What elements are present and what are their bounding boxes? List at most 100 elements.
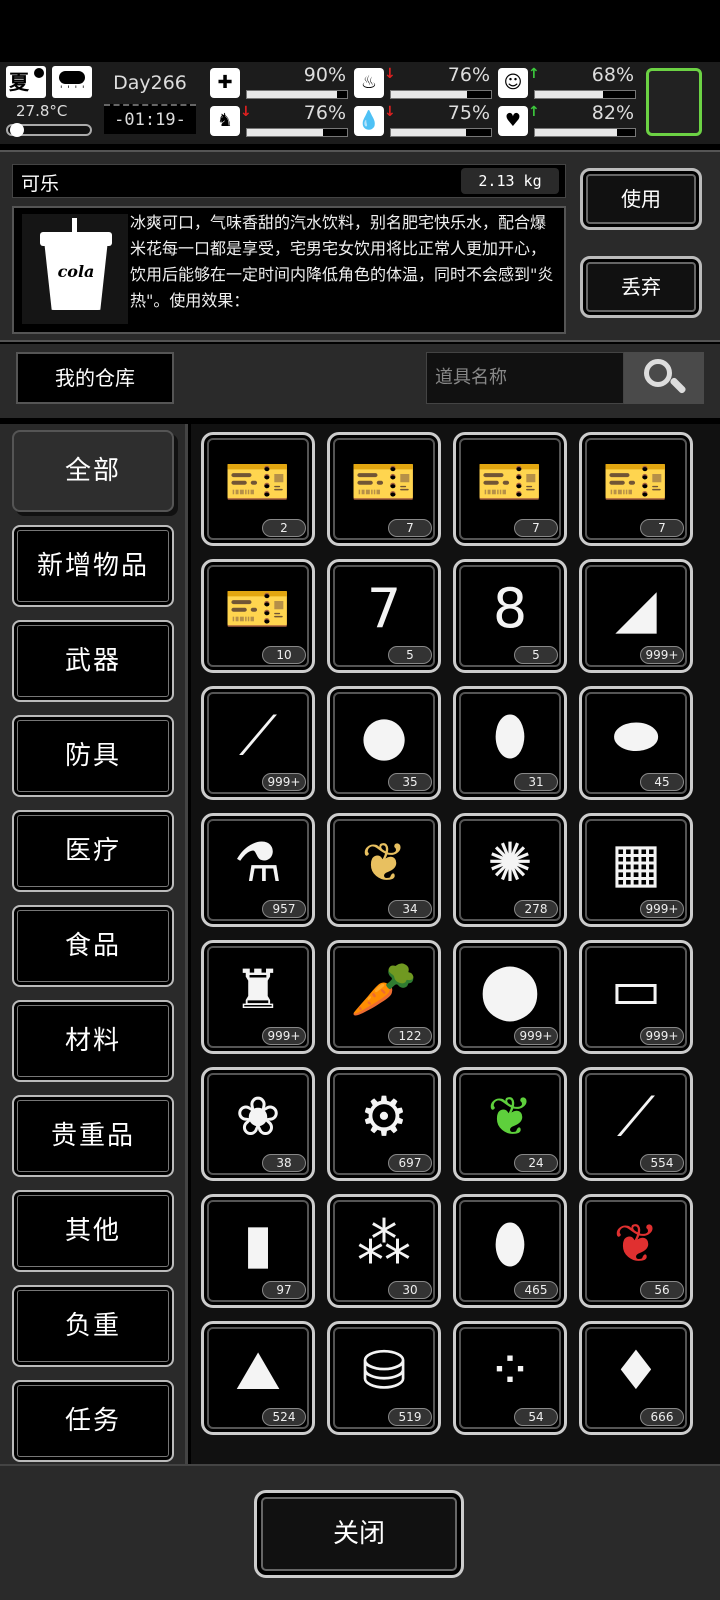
item-detail-panel: 可乐 2.13 kg cola 冰爽可口，气味香甜的汽水饮料，别名肥宅快乐水，配… xyxy=(0,150,720,342)
stomach-icon: ♨ xyxy=(354,68,384,98)
bullets-icon: ⬮ xyxy=(493,1212,527,1275)
stat-stamina: ♞ ↓ 76% xyxy=(210,102,350,140)
inventory-slot[interactable]: ⬬ 45 xyxy=(579,686,693,800)
category-sidebar[interactable]: 全部新增物品武器防具医疗食品材料贵重品其他负重任务 xyxy=(0,424,188,1464)
inventory-slot[interactable]: 🎫 7 xyxy=(453,432,567,546)
chicken-icon: ● xyxy=(360,704,408,767)
game-clock: -01:19- xyxy=(104,104,196,134)
seeds-icon: ❀ xyxy=(235,1085,281,1148)
item-count-badge: 45 xyxy=(640,773,684,791)
item-count-badge: 666 xyxy=(640,1408,684,1426)
discard-button[interactable]: 丢弃 xyxy=(580,256,702,318)
inventory-slot[interactable]: ❦ 56 xyxy=(579,1194,693,1308)
item-count-badge: 10 xyxy=(262,646,306,664)
gears-icon: ⚙ xyxy=(359,1085,409,1148)
item-count-badge: 278 xyxy=(514,900,558,918)
equipped-item-slot[interactable] xyxy=(646,68,702,136)
inventory-slot[interactable]: ❀ 38 xyxy=(201,1067,315,1181)
temperature-readout: 27.8°C xyxy=(16,102,68,120)
inventory-slot[interactable]: 🎫 7 xyxy=(327,432,441,546)
season-label: 夏 xyxy=(9,70,29,94)
item-count-badge: 999+ xyxy=(262,1027,306,1045)
level-7-card-icon: 7 xyxy=(366,577,402,640)
inventory-slot[interactable]: ❦ 24 xyxy=(453,1067,567,1181)
batteries-icon: ▮ xyxy=(243,1212,273,1275)
item-count-badge: 7 xyxy=(388,519,432,537)
rice-icon: ⁂ xyxy=(357,1212,411,1275)
inventory-slot[interactable]: ⬮ 465 xyxy=(453,1194,567,1308)
inventory-slot[interactable]: ▦ 999+ xyxy=(579,813,693,927)
rain-cloud-icon: ' ' ' ' xyxy=(52,66,92,98)
season-badge: 夏 xyxy=(6,66,46,98)
footer-bar: 关闭 xyxy=(0,1464,720,1600)
category-tab[interactable]: 医疗 xyxy=(12,810,174,892)
search-button[interactable] xyxy=(624,352,704,404)
item-count-badge: 7 xyxy=(640,519,684,537)
inventory-slot[interactable]: ⚗ 957 xyxy=(201,813,315,927)
category-tab[interactable]: 防具 xyxy=(12,715,174,797)
item-count-badge: 5 xyxy=(514,646,558,664)
bricks-icon: ▦ xyxy=(610,831,662,894)
inventory-slot[interactable]: ◢ 999+ xyxy=(579,559,693,673)
warehouse-toolbar: 我的仓库 道具名称 xyxy=(0,344,720,418)
item-count-badge: 999+ xyxy=(640,646,684,664)
inventory-slot[interactable]: ⟋ 554 xyxy=(579,1067,693,1181)
item-count-badge: 31 xyxy=(514,773,558,791)
inventory-slot[interactable]: 🎫 2 xyxy=(201,432,315,546)
stat-value: 76% xyxy=(303,102,346,124)
inventory-slot[interactable]: 🥕 122 xyxy=(327,940,441,1054)
ticket-icon: 🎫 xyxy=(602,450,670,513)
red-leaves-icon: ❦ xyxy=(613,1212,659,1275)
category-tab[interactable]: 贵重品 xyxy=(12,1095,174,1177)
my-warehouse-button[interactable]: 我的仓库 xyxy=(16,352,174,404)
water-drop-icon: 💧 xyxy=(354,106,384,136)
inventory-slot[interactable]: ✺ 278 xyxy=(453,813,567,927)
inventory-slot[interactable]: ❦ 34 xyxy=(327,813,441,927)
category-tab[interactable]: 武器 xyxy=(12,620,174,702)
search-icon xyxy=(644,359,672,387)
use-button[interactable]: 使用 xyxy=(580,168,702,230)
almonds-icon: ⬮ xyxy=(493,704,527,767)
inventory-slot[interactable]: ⁘ 54 xyxy=(453,1321,567,1435)
category-tab[interactable]: 新增物品 xyxy=(12,525,174,607)
category-tab[interactable]: 任务 xyxy=(12,1380,174,1462)
inventory-slot[interactable]: 85 xyxy=(453,559,567,673)
item-count-badge: 999+ xyxy=(262,773,306,791)
item-search-input[interactable]: 道具名称 xyxy=(426,352,624,404)
cotton-icon: ✺ xyxy=(487,831,533,894)
inventory-slot[interactable]: ● 35 xyxy=(327,686,441,800)
inventory-slot[interactable]: ⛰ 524 xyxy=(201,1321,315,1435)
inventory-slot[interactable]: ⚙ 697 xyxy=(327,1067,441,1181)
inventory-slot[interactable]: ▮ 97 xyxy=(201,1194,315,1308)
item-count-badge: 54 xyxy=(514,1408,558,1426)
item-count-badge: 30 xyxy=(388,1281,432,1299)
sun-icon xyxy=(34,68,44,78)
inventory-slot[interactable]: ⬮ 31 xyxy=(453,686,567,800)
inventory-slot[interactable]: ♜ 999+ xyxy=(201,940,315,1054)
category-tab[interactable]: 食品 xyxy=(12,905,174,987)
inventory-slot[interactable]: ♦ 666 xyxy=(579,1321,693,1435)
inventory-grid[interactable]: 🎫 2 🎫 7 🎫 7 🎫 7 🎫 10 7 5 8 5 ◢ 999+ ⟋ 999+ ● 35 ⬮ 31 ⬬ 45 ⚗ 957 ❦ 3… xyxy=(191,424,720,1464)
category-tab[interactable]: 全部 xyxy=(12,430,174,512)
category-tab[interactable]: 其他 xyxy=(12,1190,174,1272)
item-count-badge: 554 xyxy=(640,1154,684,1172)
needles-icon: ⟋ xyxy=(239,704,277,767)
item-count-badge: 38 xyxy=(262,1154,306,1172)
trend-arrow: ↑ xyxy=(528,66,540,82)
inventory-slot[interactable]: 75 xyxy=(327,559,441,673)
inventory-slot[interactable]: ⛁ 519 xyxy=(327,1321,441,1435)
inventory-slot[interactable]: 🎫 7 xyxy=(579,432,693,546)
temperature-gauge xyxy=(6,123,92,137)
item-count-badge: 957 xyxy=(262,900,306,918)
inventory-slot[interactable]: ⟋ 999+ xyxy=(201,686,315,800)
inventory-slot[interactable]: ⬤ 999+ xyxy=(453,940,567,1054)
inventory-slot[interactable]: ▭ 999+ xyxy=(579,940,693,1054)
item-description[interactable]: 冰爽可口，气味香甜的汽水饮料，别名肥宅快乐水，配合爆米花每一口都是享受，宅男宅女… xyxy=(130,210,554,322)
ticket-icon: 🎫 xyxy=(224,450,292,513)
trend-arrow: ↓ xyxy=(384,66,396,82)
inventory-slot[interactable]: ⁂ 30 xyxy=(327,1194,441,1308)
category-tab[interactable]: 材料 xyxy=(12,1000,174,1082)
inventory-slot[interactable]: 🎫 10 xyxy=(201,559,315,673)
category-tab[interactable]: 负重 xyxy=(12,1285,174,1367)
close-button[interactable]: 关闭 xyxy=(254,1490,464,1578)
